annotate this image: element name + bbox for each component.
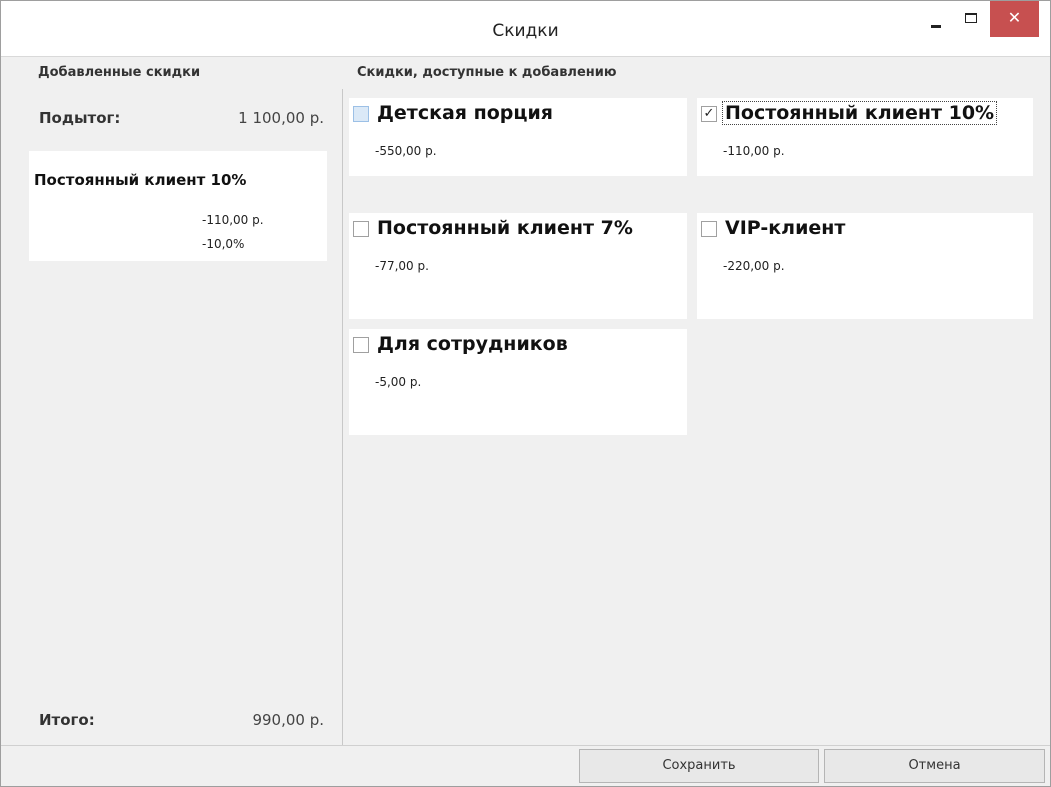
- applied-discount-percent: -10,0%: [202, 237, 245, 251]
- applied-discount-name: Постоянный клиент 10%: [34, 171, 247, 189]
- discounts-dialog: Скидки ✕ Добавленные скидки Скидки, дост…: [0, 0, 1051, 787]
- discount-name: Постоянный клиент 10%: [721, 101, 998, 125]
- save-button[interactable]: Сохранить: [579, 749, 819, 783]
- discount-card-vip[interactable]: VIP-клиент -220,00 р.: [697, 213, 1033, 319]
- discount-amount: -77,00 р.: [375, 259, 429, 273]
- minimize-icon: [931, 25, 941, 28]
- discount-checkbox[interactable]: [701, 221, 717, 237]
- applied-discount-amount: -110,00 р.: [202, 213, 264, 227]
- added-discounts-header: Добавленные скидки: [38, 65, 201, 80]
- maximize-button[interactable]: [954, 1, 988, 39]
- total-label: Итого:: [39, 711, 95, 729]
- discount-card-regular-7[interactable]: Постоянный клиент 7% -77,00 р.: [349, 213, 687, 319]
- discount-amount: -550,00 р.: [375, 144, 437, 158]
- discount-card-staff[interactable]: Для сотрудников -5,00 р.: [349, 329, 687, 435]
- total-value: 990,00 р.: [252, 711, 324, 729]
- discount-name: Для сотрудников: [377, 333, 568, 355]
- available-discounts-header: Скидки, доступные к добавлению: [357, 65, 617, 80]
- discount-amount: -220,00 р.: [723, 259, 785, 273]
- dialog-footer: Сохранить Отмена: [1, 745, 1050, 786]
- close-button[interactable]: ✕: [990, 1, 1039, 37]
- panel-divider: [342, 89, 343, 745]
- title-bar[interactable]: Скидки ✕: [1, 1, 1050, 57]
- subtotal-label: Подытог:: [39, 109, 121, 127]
- minimize-button[interactable]: [919, 1, 953, 39]
- discount-card-regular-10[interactable]: ✓ Постоянный клиент 10% -110,00 р.: [697, 98, 1033, 176]
- cancel-button[interactable]: Отмена: [824, 749, 1045, 783]
- discount-name: Постоянный клиент 7%: [377, 217, 633, 239]
- discount-amount: -110,00 р.: [723, 144, 785, 158]
- discount-card-children[interactable]: Детская порция -550,00 р.: [349, 98, 687, 176]
- discount-checkbox-checked[interactable]: ✓: [701, 106, 717, 122]
- discount-checkbox[interactable]: [353, 221, 369, 237]
- added-discounts-panel: Подытог: 1 100,00 р. Постоянный клиент 1…: [17, 89, 340, 745]
- subtotal-value: 1 100,00 р.: [238, 109, 324, 127]
- maximize-icon: [965, 13, 977, 23]
- window-title: Скидки: [492, 21, 559, 41]
- discount-name: Детская порция: [377, 102, 553, 124]
- discount-name: VIP-клиент: [725, 217, 846, 239]
- applied-discount-card[interactable]: Постоянный клиент 10% -110,00 р. -10,0%: [29, 151, 327, 261]
- close-icon: ✕: [1007, 8, 1022, 27]
- discount-checkbox[interactable]: [353, 337, 369, 353]
- discount-checkbox[interactable]: [353, 106, 369, 122]
- discount-amount: -5,00 р.: [375, 375, 422, 389]
